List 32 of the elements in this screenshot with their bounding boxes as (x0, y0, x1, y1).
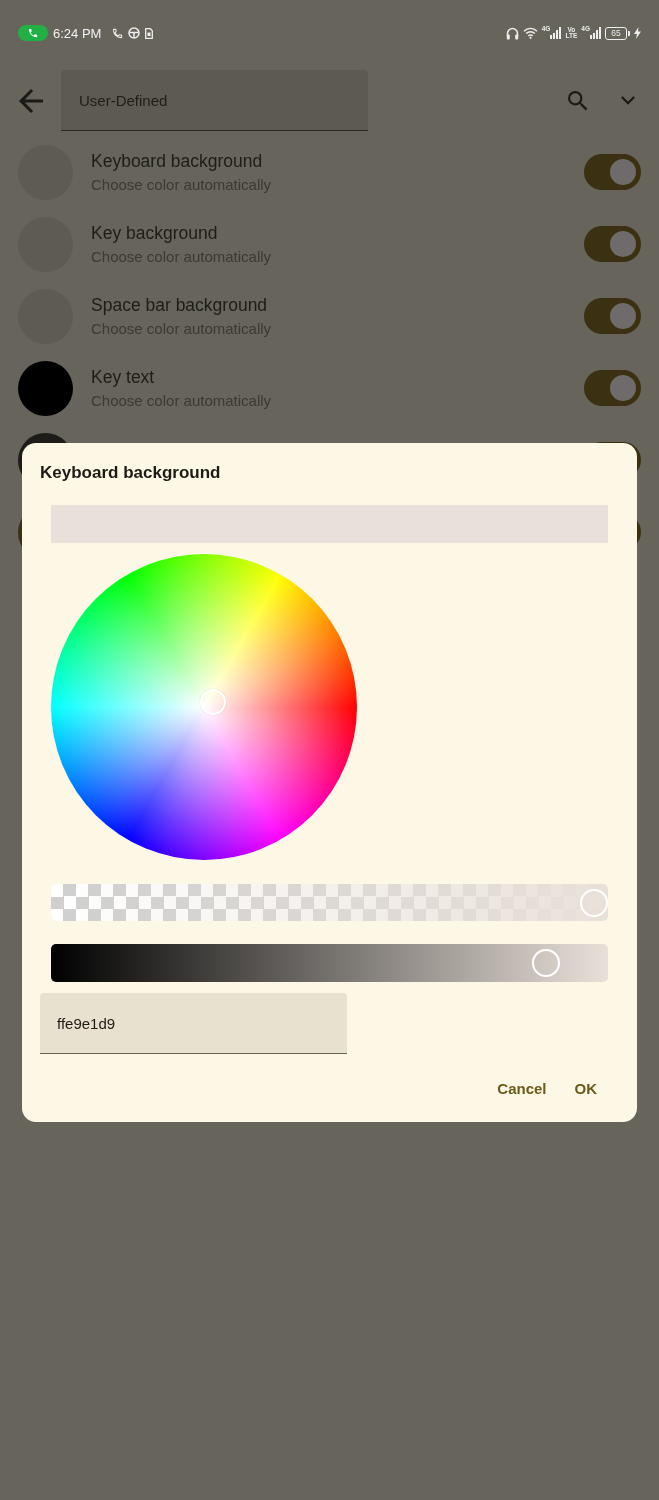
dialog-button[interactable]: Cancel (489, 1071, 555, 1107)
phone-icon (18, 25, 48, 41)
toggle-switch[interactable] (584, 154, 641, 190)
dialog-title: Keyboard background (40, 463, 221, 483)
setting-title: Key text (91, 366, 156, 388)
lightning-bolt-icon (634, 27, 641, 39)
chevron-down-icon[interactable] (621, 96, 635, 105)
signal-bars-icon (590, 27, 601, 39)
wifi-icon (522, 27, 538, 39)
sim-card-icon (145, 27, 154, 39)
color-swatch-icon[interactable] (18, 360, 73, 416)
hex-input-field[interactable]: ffe9e1d9 (40, 993, 347, 1054)
battery-indicator: 65 (605, 26, 627, 40)
search-icon[interactable] (568, 90, 588, 111)
slider-thumb[interactable] (580, 888, 608, 917)
wheel-selector-handle[interactable] (200, 688, 227, 715)
slider-thumb[interactable] (532, 949, 561, 977)
steering-wheel-icon (128, 27, 141, 39)
alpha-slider[interactable] (51, 884, 608, 921)
toggle-switch[interactable] (584, 226, 641, 262)
signal-bars-icon (550, 27, 562, 39)
toggle-switch[interactable] (584, 298, 641, 334)
phone-icon (112, 27, 124, 39)
toggle-switch[interactable] (584, 370, 641, 406)
brightness-slider[interactable] (51, 944, 608, 982)
headphones-icon (505, 26, 519, 40)
status-time: 6:24 PM (53, 25, 102, 41)
setting-title: Keyboard background (91, 150, 264, 172)
dialog-button[interactable]: OK (566, 1071, 605, 1107)
back-arrow-icon[interactable] (19, 88, 43, 113)
setting-title: Space bar background (91, 294, 269, 316)
setting-title: Key background (91, 222, 219, 244)
